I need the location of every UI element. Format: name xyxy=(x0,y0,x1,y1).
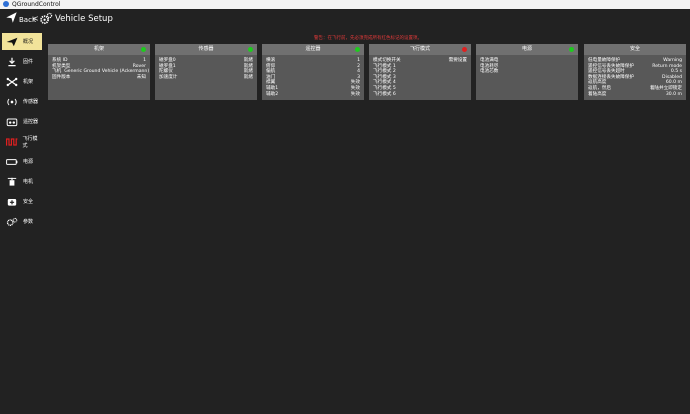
row-value: 失效 xyxy=(350,91,360,97)
motor-icon xyxy=(4,176,20,187)
sidebar-item-label: 概况 xyxy=(23,39,34,45)
gears-icon xyxy=(4,216,20,227)
row-label: 固件版本 xyxy=(52,74,71,80)
sidebar-item-label: 安全 xyxy=(23,199,34,205)
app-icon xyxy=(3,1,9,7)
card-row: 飞行模式 6 xyxy=(373,92,467,98)
vehicle-setup-gear-icon xyxy=(40,12,53,25)
row-label: 辅助2 xyxy=(266,91,279,97)
download-icon xyxy=(4,56,20,67)
card-title: 安全 xyxy=(629,46,640,52)
sidebar-item-label: 固件 xyxy=(23,59,34,65)
row-value: 30.0 m xyxy=(665,91,682,97)
sidebar-item-label: 参数 xyxy=(23,219,34,225)
card-header[interactable]: 机架 xyxy=(48,44,150,55)
row-value: 需要设置 xyxy=(448,58,467,63)
sidebar-item-label: 遥控器 xyxy=(23,119,39,125)
card-header[interactable]: 遥控器 xyxy=(262,44,364,55)
card-row: 加速度计 就绪 xyxy=(159,75,253,81)
card-row: 固件版本 未知 xyxy=(52,75,146,81)
setup-warning: 警告：在飞行前，先必须完成所有红色标记的设置项。 xyxy=(314,36,422,41)
card-sensors[interactable]: 传感器 磁罗盘0 就绪 磁罗盘1 就绪 陀螺仪 就绪 加速度计 就绪 xyxy=(155,44,257,100)
safety-icon xyxy=(4,196,20,207)
toolbar: Back < Vehicle Setup xyxy=(0,9,690,33)
sidebar-item-label: 飞行模式 xyxy=(22,135,38,149)
card-radio[interactable]: 遥控器 横滚 1 俯仰 2 偏航 4 油门 3 襟翼 失效 辅助1 失效 辅助2 失效 xyxy=(262,44,364,100)
card-header[interactable]: 安全 xyxy=(584,44,686,55)
row-label: 加速度计 xyxy=(159,74,178,80)
sidebar-item-motors[interactable]: 电机 xyxy=(2,173,42,190)
sidebar: 概况 固件 机架 传感器 遥控器 飞行模式 电源 电机 安全 参数 xyxy=(2,33,42,233)
row-value: 未知 xyxy=(136,74,146,80)
status-indicator xyxy=(141,47,146,52)
card-header[interactable]: 电源 xyxy=(476,44,578,55)
sidebar-item-label: 传感器 xyxy=(23,99,39,105)
card-title: 传感器 xyxy=(198,46,214,52)
sidebar-item-label: 电机 xyxy=(23,179,34,185)
status-indicator xyxy=(355,47,360,52)
window-title: QGroundControl xyxy=(12,1,61,8)
row-value: 就绪 xyxy=(243,74,253,80)
sidebar-item-firmware[interactable]: 固件 xyxy=(2,53,42,70)
card-title: 飞行模式 xyxy=(409,46,430,52)
status-indicator xyxy=(569,47,574,52)
sidebar-item-radio[interactable]: 遥控器 xyxy=(2,113,42,130)
sidebar-item-power[interactable]: 电源 xyxy=(2,153,42,170)
card-header[interactable]: 飞行模式 xyxy=(369,44,471,55)
airframe-icon xyxy=(4,76,20,87)
back-icon[interactable] xyxy=(5,11,18,24)
sidebar-item-sensors[interactable]: 传感器 xyxy=(2,93,42,110)
plane-icon xyxy=(4,36,20,47)
card-header[interactable]: 传感器 xyxy=(155,44,257,55)
card-row: 电池芯数 xyxy=(480,69,574,75)
sidebar-item-label: 电源 xyxy=(23,159,34,165)
card-row: 着陆高度 30.0 m xyxy=(588,92,682,98)
status-indicator xyxy=(462,47,467,52)
page-title: Vehicle Setup xyxy=(55,14,113,24)
row-label: 电池芯数 xyxy=(480,69,499,75)
wave-icon xyxy=(4,136,20,147)
sidebar-item-safety[interactable]: 安全 xyxy=(2,193,42,210)
card-safety[interactable]: 安全 低电量故障保护 Warning 遥控信号丢失故障保护 Return mode … xyxy=(584,44,686,100)
sensors-icon xyxy=(4,96,20,107)
sidebar-item-summary[interactable]: 概况 xyxy=(2,33,42,50)
card-title: 电源 xyxy=(521,46,532,52)
battery-icon xyxy=(4,156,20,167)
sidebar-item-airframe[interactable]: 机架 xyxy=(2,73,42,90)
row-label: 着陆高度 xyxy=(588,91,607,97)
card-power[interactable]: 电源 电池满电 电池耗尽 电池芯数 xyxy=(476,44,578,100)
card-title: 机架 xyxy=(93,46,104,52)
row-label: 飞行模式 6 xyxy=(373,91,396,97)
back-chevron[interactable]: < xyxy=(32,14,39,23)
card-title: 遥控器 xyxy=(305,46,321,52)
status-indicator xyxy=(248,47,253,52)
card-airframe[interactable]: 机架 系统 ID 1 机架类型 Rover 飞机 Generic Ground Veh… xyxy=(48,44,150,100)
card-flight-modes[interactable]: 飞行模式 模式切换开关 需要设置 飞行模式 1 飞行模式 2 飞行模式 3 飞行模… xyxy=(369,44,471,100)
radio-icon xyxy=(4,116,20,127)
sidebar-item-label: 机架 xyxy=(23,79,34,85)
sidebar-item-parameters[interactable]: 参数 xyxy=(2,213,42,230)
sidebar-item-flight-modes[interactable]: 飞行模式 xyxy=(2,133,42,150)
card-row: 辅助2 失效 xyxy=(266,92,360,98)
